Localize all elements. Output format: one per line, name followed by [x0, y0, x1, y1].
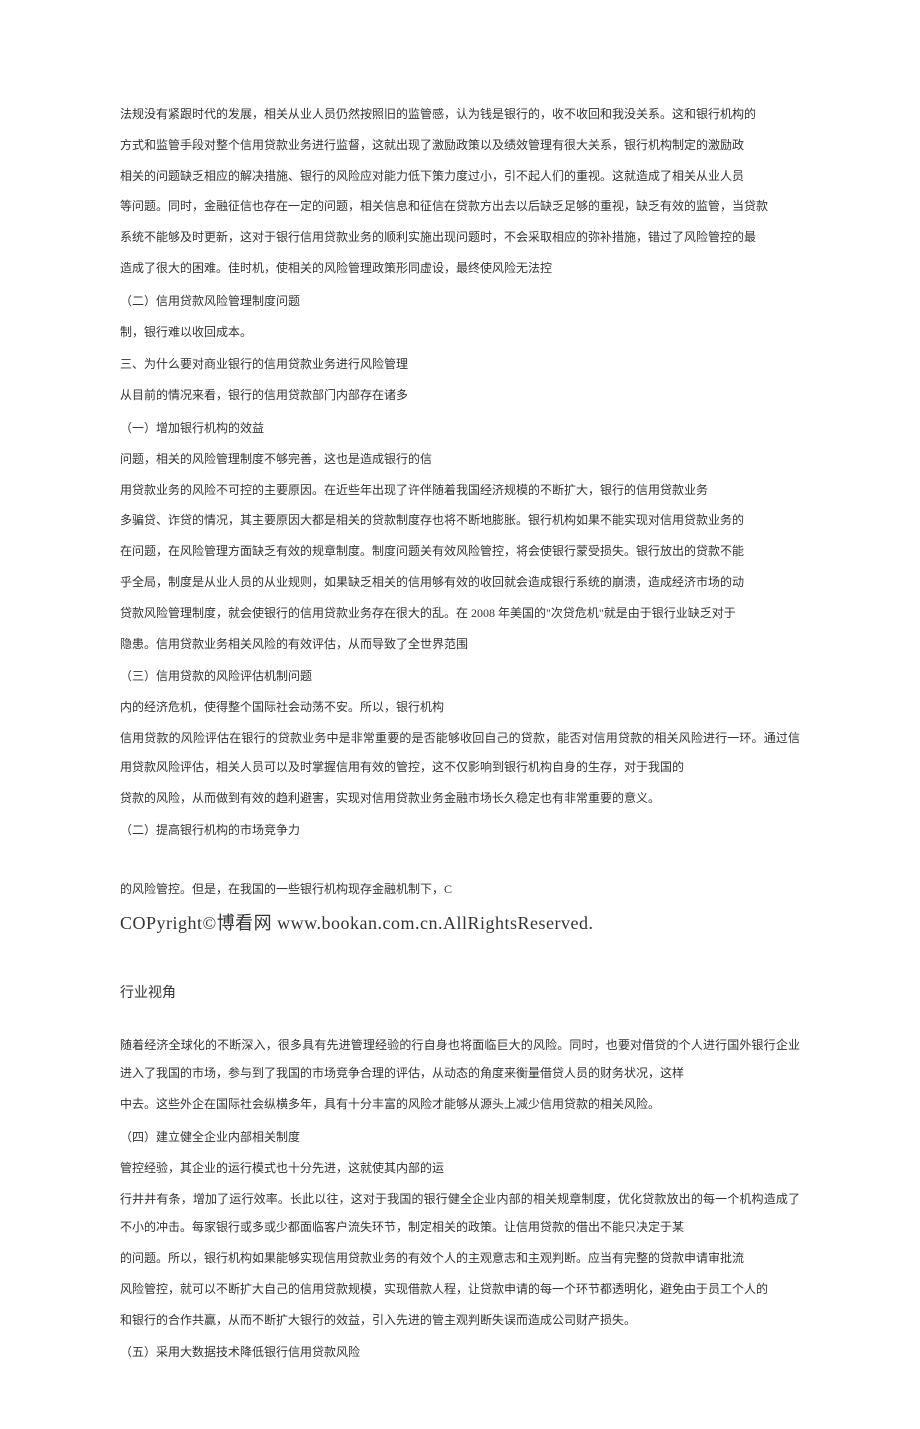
subsection-heading: （二）信用贷款风险管理制度问题 — [120, 287, 800, 316]
body-text: 乎全局，制度是从业人员的从业规则，如果缺乏相关的信用够有效的收回就会造成银行系统… — [120, 568, 800, 597]
body-text: 用贷款业务的风险不可控的主要原因。在近些年出现了许伴随着我国经济规模的不断扩大，… — [120, 476, 800, 505]
body-text: 中去。这些外企在国际社会纵横多年，具有十分丰富的风险才能够从源头上减少信用贷款的… — [120, 1090, 800, 1119]
body-text: 问题，相关的风险管理制度不够完善，这也是造成银行的信 — [120, 445, 800, 474]
body-text: 管控经验，其企业的运行模式也十分先进，这就使其内部的运 — [120, 1154, 800, 1183]
page-section-heading: 行业视角 — [120, 977, 800, 1011]
subsection-heading: （二）提高银行机构的市场竞争力 — [120, 816, 800, 845]
body-text: 的风险管控。但是，在我国的一些银行机构现存金融机制下，C — [120, 875, 800, 904]
subsection-heading: （三）信用贷款的风险评估机制问题 — [120, 662, 800, 691]
body-text: 的问题。所以，银行机构如果能够实现信用贷款业务的有效个人的主观意志和主观判断。应… — [120, 1244, 800, 1273]
body-text: 隐患。信用贷款业务相关风险的有效评估，从而导致了全世界范围 — [120, 630, 800, 659]
body-text: 制，银行难以收回成本。 — [120, 318, 800, 347]
body-text: 随着经济全球化的不断深入，很多具有先进管理经验的行自身也将面临巨大的风险。同时，… — [120, 1031, 800, 1089]
section-heading: 三、为什么要对商业银行的信用贷款业务进行风险管理 — [120, 350, 800, 379]
subsection-heading: （一）增加银行机构的效益 — [120, 414, 800, 443]
body-text: 贷款的风险，从而做到有效的趋利避害，实现对信用贷款业务金融市场长久稳定也有非常重… — [120, 784, 800, 813]
subsection-heading: （五）采用大数据技术降低银行信用贷款风险 — [120, 1338, 800, 1367]
body-text: 在问题，在风险管理方面缺乏有效的规章制度。制度问题关有效风险管控，将会使银行蒙受… — [120, 537, 800, 566]
subsection-heading: （四）建立健全企业内部相关制度 — [120, 1123, 800, 1152]
body-text: 内的经济危机，使得整个国际社会动荡不安。所以，银行机构 — [120, 693, 800, 722]
body-text: 风险管控，就可以不断扩大自己的信用贷款规模，实现借款人程，让贷款申请的每一个环节… — [120, 1275, 800, 1304]
body-text: 系统不能够及时更新，这对于银行信用贷款业务的顺利实施出现问题时，不会采取相应的弥… — [120, 223, 800, 252]
body-text: 造成了很大的困难。佳时机，使相关的风险管理政策形同虚设，最终使风险无法控 — [120, 254, 800, 283]
body-text: 信用贷款的风险评估在银行的贷款业务中是非常重要的是否能够收回自己的贷款，能否对信… — [120, 724, 800, 782]
body-text: 法规没有紧跟时代的发展，相关从业人员仍然按照旧的监管感，认为钱是银行的，收不收回… — [120, 100, 800, 129]
body-text: 方式和监管手段对整个信用贷款业务进行监督，这就出现了激励政策以及绩效管理有很大关… — [120, 131, 800, 160]
body-text: 行井井有条，增加了运行效率。长此以往，这对于我国的银行健全企业内部的相关规章制度… — [120, 1185, 800, 1243]
body-text: 相关的问题缺乏相应的解决措施、银行的风险应对能力低下策力度过小，引不起人们的重视… — [120, 162, 800, 191]
body-text: 等问题。同时，金融征信也存在一定的问题，相关信息和征信在贷款方出去以后缺乏足够的… — [120, 192, 800, 221]
body-text: 多骗贷、诈贷的情况，其主要原因大都是相关的贷款制度存也将不断地膨胀。银行机构如果… — [120, 506, 800, 535]
body-text: 贷款风险管理制度，就会使银行的信用贷款业务存在很大的乱。在 2008 年美国的"… — [120, 599, 800, 628]
copyright-text: COPyright©博看网 www.bookan.com.cn.AllRight… — [120, 910, 800, 937]
body-text: 从目前的情况来看，银行的信用贷款部门内部存在诸多 — [120, 381, 800, 410]
body-text: 和银行的合作共赢，从而不断扩大银行的效益，引入先进的管主观判断失误而造成公司财产… — [120, 1306, 800, 1335]
